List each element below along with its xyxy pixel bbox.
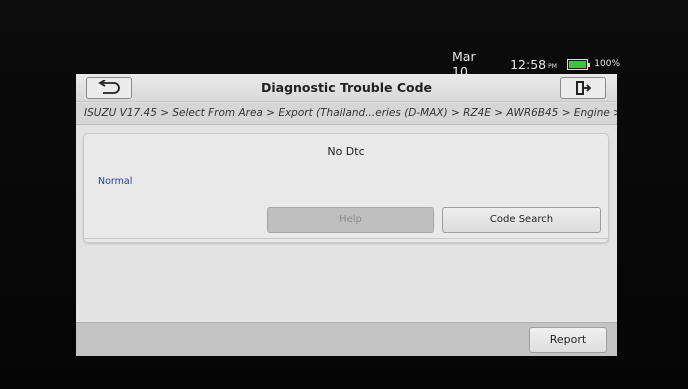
page-title: Diagnostic Trouble Code xyxy=(260,80,433,95)
footer-bar: Report xyxy=(76,322,617,356)
battery-icon xyxy=(566,58,591,70)
status-bar: Mar 10 12:58 PM 100% xyxy=(420,49,620,79)
exit-icon xyxy=(576,81,592,95)
battery-percent: 100% xyxy=(594,59,620,69)
card-divider xyxy=(84,238,608,239)
status-ampm: PM xyxy=(548,62,557,70)
help-button[interactable]: Help xyxy=(267,207,434,233)
breadcrumb: ISUZU V17.45 > Select From Area > Export… xyxy=(76,103,617,125)
device-bezel: Mar 10 12:58 PM 100% Diagnostic Trouble … xyxy=(0,0,688,389)
exit-button[interactable] xyxy=(560,77,606,99)
dtc-result-title: No Dtc xyxy=(327,145,365,158)
system-status-label: Normal xyxy=(98,176,133,187)
battery-fill xyxy=(568,60,587,68)
battery-nub xyxy=(588,62,591,67)
dtc-card: No Dtc Normal Help Code Search xyxy=(83,133,609,243)
report-button[interactable]: Report xyxy=(529,327,607,353)
main-content: No Dtc Normal Help Code Search xyxy=(76,126,617,322)
code-search-button[interactable]: Code Search xyxy=(442,207,601,233)
title-bar: Diagnostic Trouble Code xyxy=(76,74,617,102)
status-time: 12:58 xyxy=(510,56,547,72)
app-window: Diagnostic Trouble Code ISUZU V17.45 > S… xyxy=(76,74,617,356)
